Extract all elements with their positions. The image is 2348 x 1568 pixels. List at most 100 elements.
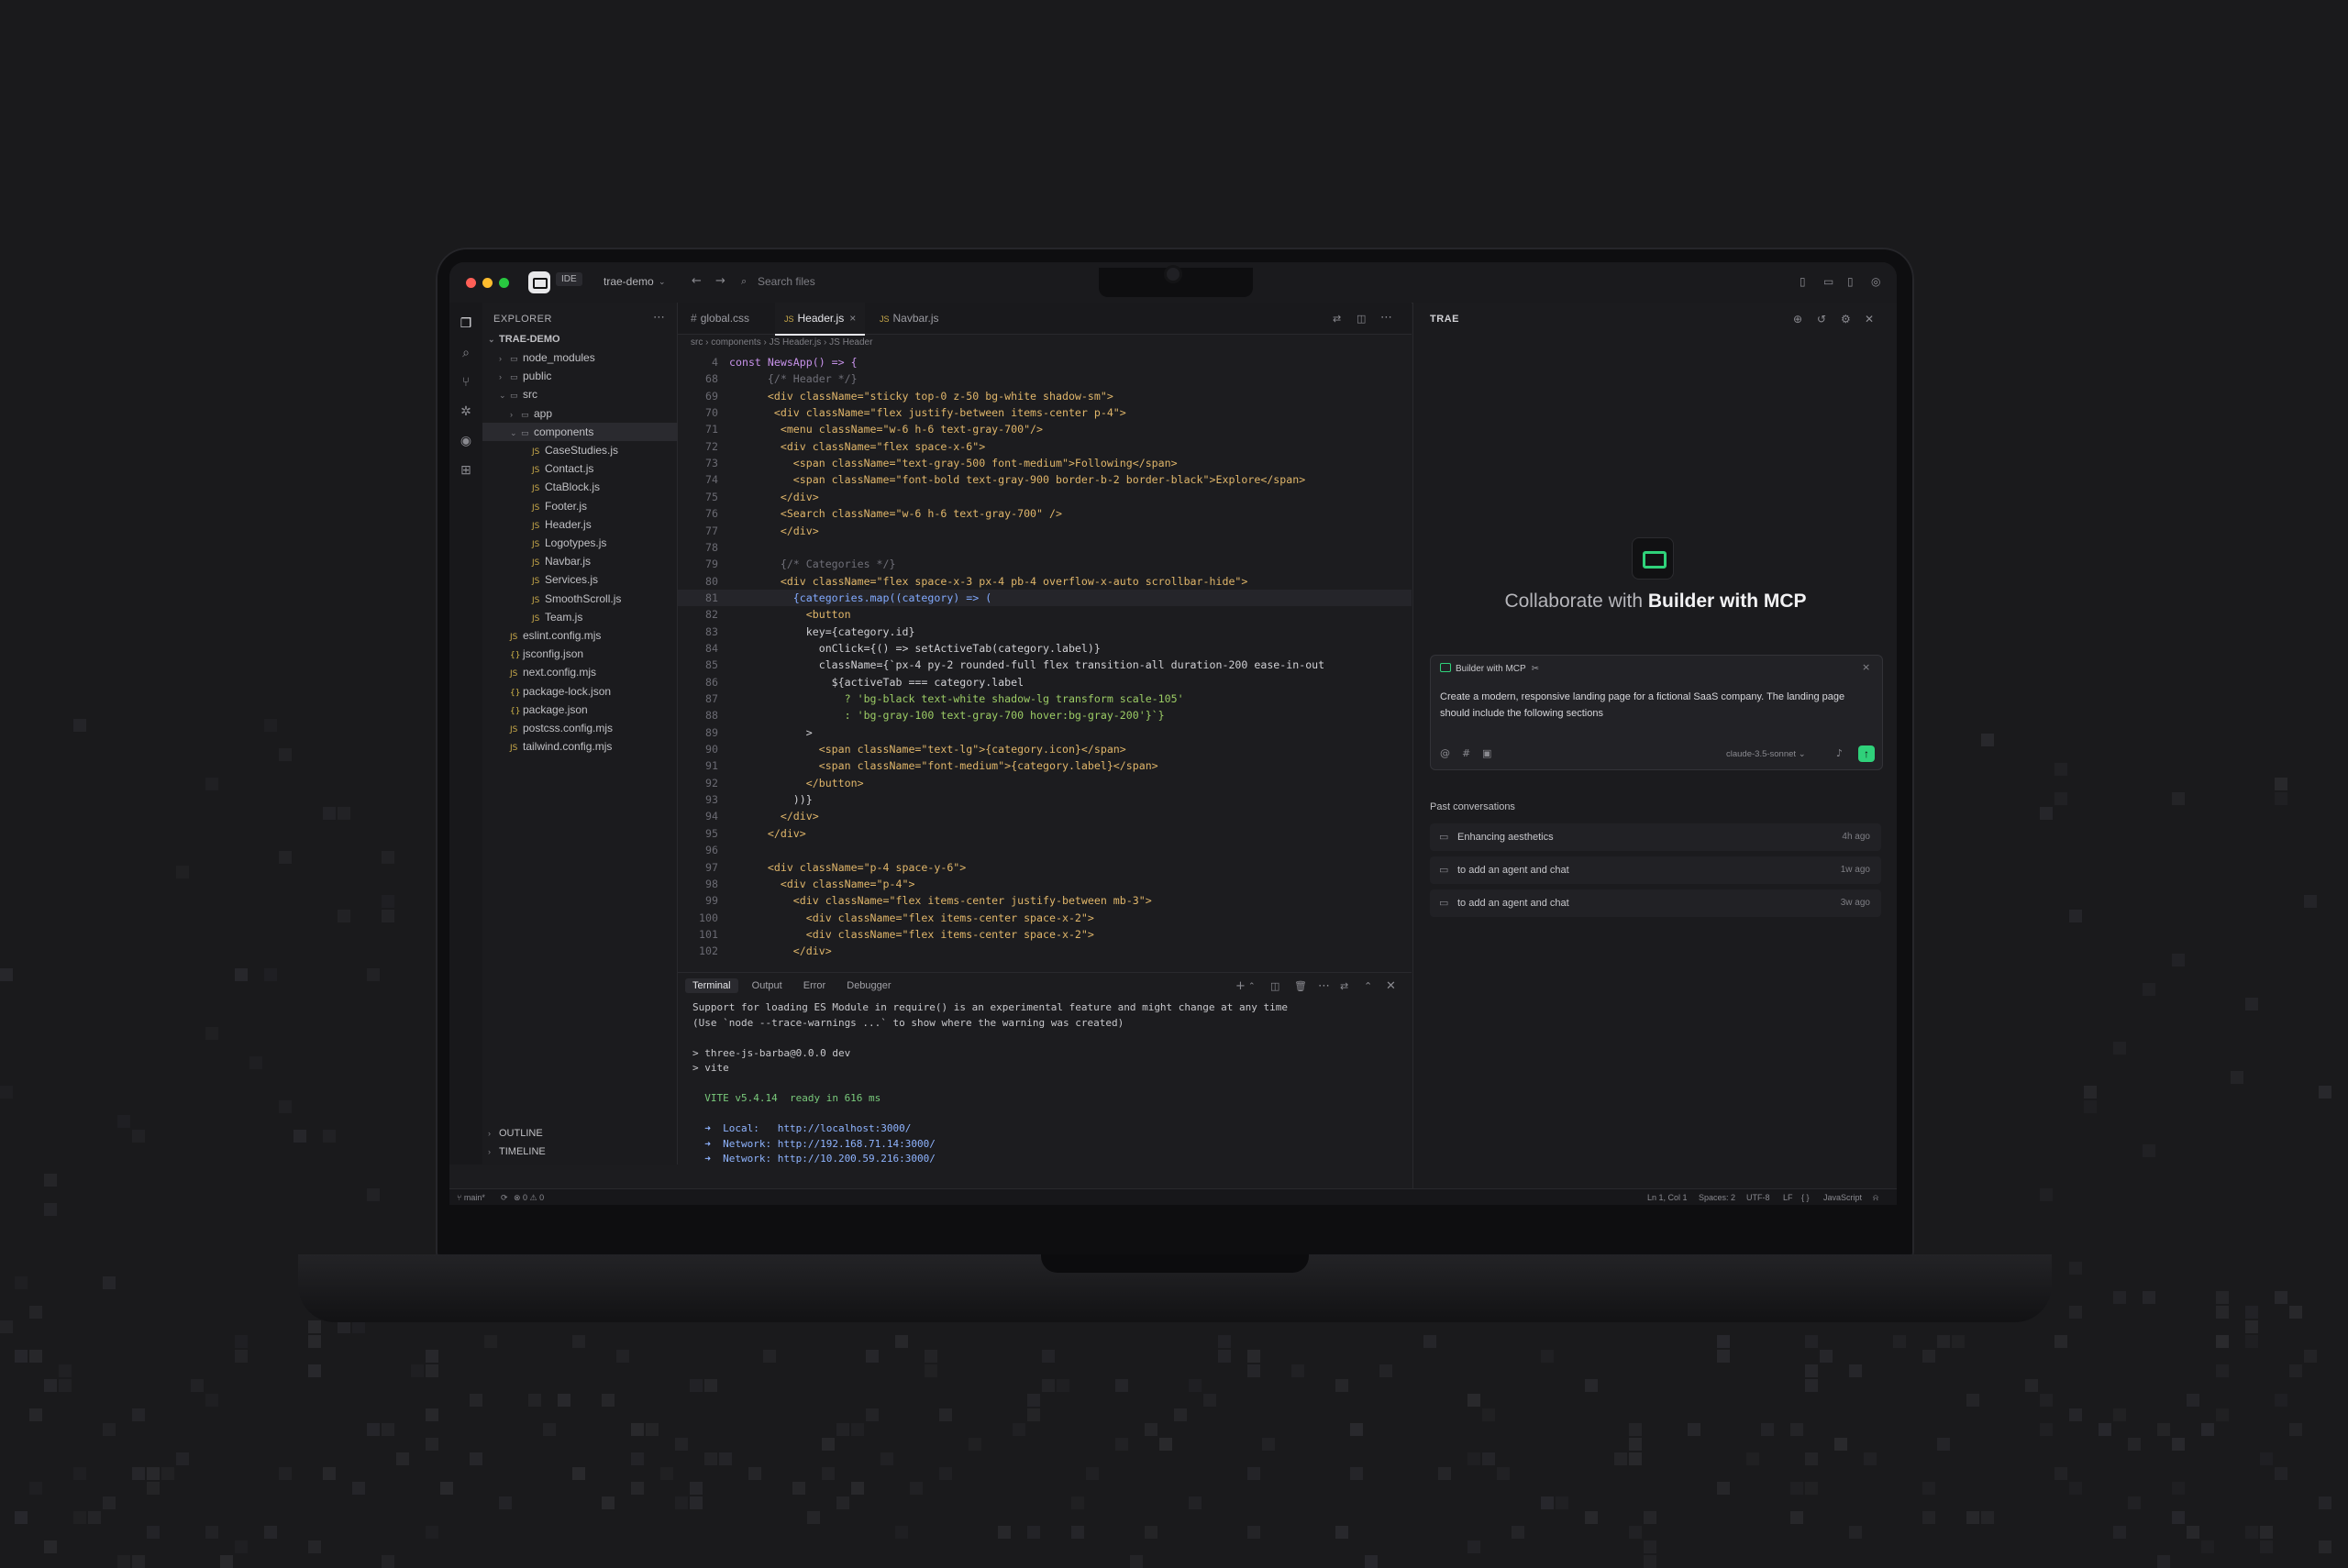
folder-item[interactable]: › ▭ app bbox=[482, 404, 704, 423]
folder-item[interactable]: › ▭ public bbox=[482, 367, 693, 385]
encoding[interactable]: UTF-8 bbox=[1746, 1189, 1770, 1205]
account-icon[interactable]: ◎ bbox=[1871, 275, 1880, 288]
tab-output[interactable]: Output bbox=[745, 978, 790, 993]
code-line[interactable]: 78 bbox=[678, 539, 1412, 556]
tab-global-css[interactable]: # global.css bbox=[681, 303, 759, 334]
explorer-icon[interactable]: ❐ bbox=[459, 315, 473, 330]
forward-arrow-icon[interactable]: → bbox=[715, 275, 725, 288]
code-line[interactable]: 99 <div className="flex items-center jus… bbox=[678, 892, 1412, 909]
line-ending[interactable]: LF bbox=[1783, 1189, 1793, 1205]
code-line[interactable]: 77 </div> bbox=[678, 523, 1412, 539]
hash-icon[interactable]: # bbox=[1462, 747, 1470, 760]
image-icon[interactable]: ▣ bbox=[1482, 747, 1491, 760]
code-line[interactable]: 96 bbox=[678, 842, 1412, 858]
back-arrow-icon[interactable]: ← bbox=[692, 275, 702, 288]
conversation-item[interactable]: ▭ to add an agent and chat 1w ago bbox=[1430, 856, 1881, 884]
new-terminal-icon[interactable]: + bbox=[1235, 980, 1246, 993]
extensions-icon[interactable]: ⊞ bbox=[459, 462, 473, 477]
code-line[interactable]: 81 {categories.map((category) => ( bbox=[678, 589, 1412, 606]
more-options-icon[interactable]: ⋯ bbox=[653, 312, 665, 325]
settings-gear-icon[interactable]: ⚙ bbox=[1841, 313, 1851, 326]
close-panel-icon[interactable]: ✕ bbox=[1386, 980, 1396, 993]
code-line[interactable]: 82 <button bbox=[678, 606, 1412, 623]
toggle-sidebar-icon[interactable]: ▯ bbox=[1800, 275, 1806, 288]
conversation-item[interactable]: ▭ Enhancing aesthetics 4h ago bbox=[1430, 823, 1881, 851]
code-line[interactable]: 92 </button> bbox=[678, 775, 1412, 791]
timeline-section[interactable]: › TIMELINE bbox=[482, 1143, 682, 1161]
split-editor-icon[interactable]: ◫ bbox=[1357, 313, 1366, 326]
compare-icon[interactable]: ⇄ bbox=[1333, 313, 1341, 326]
braces-indicator[interactable]: { } bbox=[1801, 1189, 1810, 1205]
code-line[interactable]: 86 ${activeTab === category.label bbox=[678, 674, 1412, 690]
chevron-down-icon[interactable]: ⌄ bbox=[659, 276, 666, 289]
project-switcher[interactable]: trae-demo bbox=[604, 275, 654, 288]
code-line[interactable]: 91 <span className="font-medium">{catego… bbox=[678, 757, 1412, 774]
code-line[interactable]: 83 key={category.id} bbox=[678, 624, 1412, 640]
swap-icon[interactable]: ⇄ bbox=[1340, 980, 1348, 993]
cursor-position[interactable]: Ln 1, Col 1 bbox=[1647, 1189, 1688, 1205]
toggle-secondary-sidebar-icon[interactable]: ▯ bbox=[1847, 275, 1854, 288]
language-mode[interactable]: JavaScript bbox=[1823, 1189, 1862, 1205]
debug-icon[interactable]: ✲ bbox=[459, 403, 473, 418]
code-line[interactable]: 88 : 'bg-gray-100 text-gray-700 hover:bg… bbox=[678, 707, 1412, 723]
split-terminal-icon[interactable]: ◫ bbox=[1270, 980, 1279, 993]
code-line[interactable]: 84 onClick={() => setActiveTab(category.… bbox=[678, 640, 1412, 657]
code-line[interactable]: 90 <span className="text-lg">{category.i… bbox=[678, 741, 1412, 757]
file-item[interactable]: JS next.config.mjs bbox=[482, 663, 693, 681]
send-button[interactable]: ↑ bbox=[1858, 745, 1875, 762]
code-line[interactable]: 72 <div className="flex space-x-6"> bbox=[678, 438, 1412, 455]
source-control-icon[interactable]: ⑂ bbox=[459, 374, 473, 389]
code-line[interactable]: 100 <div className="flex items-center sp… bbox=[678, 910, 1412, 926]
problems-indicator[interactable]: ⊗ 0 ⚠ 0 bbox=[514, 1189, 544, 1205]
code-line[interactable]: 69 <div className="sticky top-0 z-50 bg-… bbox=[678, 388, 1412, 404]
code-line[interactable]: 74 <span className="font-bold text-gray-… bbox=[678, 471, 1412, 488]
chevron-up-icon[interactable]: ⌃ bbox=[1248, 980, 1256, 993]
code-line[interactable]: 70 <div className="flex justify-between … bbox=[678, 404, 1412, 421]
conversation-item[interactable]: ▭ to add an agent and chat 3w ago bbox=[1430, 889, 1881, 917]
breadcrumb[interactable]: src › components › JS Header.js › JS Hea… bbox=[691, 337, 872, 348]
code-line[interactable]: 73 <span className="text-gray-500 font-m… bbox=[678, 455, 1412, 471]
prompt-input-box[interactable]: Builder with MCP ✂ × Create a modern, res… bbox=[1430, 655, 1883, 770]
tab-terminal[interactable]: Terminal bbox=[685, 978, 738, 993]
file-item[interactable]: JS postcss.config.mjs bbox=[482, 719, 693, 737]
terminal-output[interactable]: Support for loading ES Module in require… bbox=[692, 1000, 1288, 1167]
code-line[interactable]: 94 </div> bbox=[678, 808, 1412, 824]
new-chat-icon[interactable]: ⊕ bbox=[1793, 313, 1802, 326]
file-item[interactable]: JS eslint.config.mjs bbox=[482, 626, 693, 645]
code-line[interactable]: 87 ? 'bg-black text-white shadow-lg tran… bbox=[678, 690, 1412, 707]
sync-icon[interactable]: ⟳ bbox=[501, 1189, 508, 1205]
tab-header-js[interactable]: JS Header.js × bbox=[775, 303, 866, 336]
code-line[interactable]: 68 {/* Header */} bbox=[678, 370, 1412, 387]
more-actions-icon[interactable]: ⋯ bbox=[1380, 312, 1392, 325]
folder-item[interactable]: › ▭ node_modules bbox=[482, 348, 693, 367]
code-line[interactable]: 76 <Search className="w-6 h-6 text-gray-… bbox=[678, 505, 1412, 522]
more-actions-icon[interactable]: ⋯ bbox=[1318, 980, 1330, 993]
git-branch[interactable]: ⑂ main* bbox=[457, 1189, 485, 1205]
agent-chip[interactable]: Builder with MCP ✂ bbox=[1440, 663, 1539, 674]
file-item[interactable]: {} package-lock.json bbox=[482, 682, 693, 701]
outline-section[interactable]: › OUTLINE bbox=[482, 1124, 682, 1143]
code-line[interactable]: 75 </div> bbox=[678, 489, 1412, 505]
code-line[interactable]: 89 > bbox=[678, 724, 1412, 741]
file-item[interactable]: {} package.json bbox=[482, 701, 693, 719]
file-item[interactable]: {} jsconfig.json bbox=[482, 645, 693, 663]
toggle-panel-icon[interactable]: ▭ bbox=[1823, 275, 1833, 288]
code-line[interactable]: 93 ))} bbox=[678, 791, 1412, 808]
code-line[interactable]: 80 <div className="flex space-x-3 px-4 p… bbox=[678, 573, 1412, 590]
tab-debugger[interactable]: Debugger bbox=[839, 978, 898, 993]
folder-item[interactable]: ⌄ ▭ src bbox=[482, 385, 693, 403]
indentation[interactable]: Spaces: 2 bbox=[1699, 1189, 1735, 1205]
close-icon[interactable]: ✕ bbox=[1865, 313, 1874, 326]
code-line[interactable]: 71 <menu className="w-6 h-6 text-gray-70… bbox=[678, 421, 1412, 437]
code-line[interactable]: 98 <div className="p-4"> bbox=[678, 876, 1412, 892]
minimize-window-button[interactable] bbox=[482, 278, 493, 288]
code-line[interactable]: 97 <div className="p-4 space-y-6"> bbox=[678, 859, 1412, 876]
mention-icon[interactable]: @ bbox=[1440, 747, 1450, 760]
trash-icon[interactable]: 🗑 bbox=[1294, 980, 1307, 993]
maximize-window-button[interactable] bbox=[499, 278, 509, 288]
code-line[interactable]: 4 const NewsApp() => { bbox=[678, 354, 1412, 370]
ide-mode-badge[interactable]: IDE bbox=[556, 272, 582, 286]
maximize-panel-icon[interactable]: ⌃ bbox=[1364, 980, 1372, 993]
file-item[interactable]: JS tailwind.config.mjs bbox=[482, 737, 693, 756]
prompt-text[interactable]: Create a modern, responsive landing page… bbox=[1440, 689, 1871, 722]
